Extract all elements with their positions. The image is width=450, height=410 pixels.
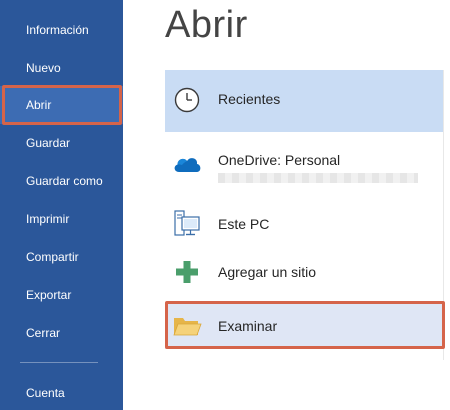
location-label: Recientes — [218, 91, 281, 107]
plus-icon — [171, 256, 203, 288]
location-label: Agregar un sitio — [218, 264, 317, 280]
nav-item-cuenta[interactable]: Cuenta — [0, 374, 123, 410]
location-label: OneDrive: Personal — [218, 152, 341, 168]
page-title: Abrir — [165, 4, 248, 46]
nav-item-label: Guardar — [26, 136, 71, 150]
clock-icon — [171, 84, 203, 116]
location-este-pc[interactable]: Este PC — [165, 202, 443, 246]
nav-item-guardar-como[interactable]: Guardar como — [0, 162, 123, 200]
nav-item-label: Compartir — [26, 250, 79, 264]
folder-icon — [171, 310, 203, 342]
nav-item-label: Nuevo — [26, 61, 61, 75]
nav-item-label: Abrir — [26, 98, 52, 112]
nav-item-label: Cerrar — [26, 326, 61, 340]
nav-item-label: Imprimir — [26, 212, 70, 226]
location-label: Este PC — [218, 216, 270, 232]
nav-item-abrir[interactable]: Abrir — [0, 86, 123, 124]
nav-item-guardar[interactable]: Guardar — [0, 124, 123, 162]
nav-item-compartir[interactable]: Compartir — [0, 238, 123, 276]
cloud-icon — [171, 148, 203, 180]
location-examinar[interactable]: Examinar — [165, 303, 443, 349]
location-recientes[interactable]: Recientes — [165, 70, 443, 132]
nav-item-label: Información — [26, 23, 89, 37]
nav-item-label: Exportar — [26, 288, 72, 302]
nav-item-informacion[interactable]: Información — [0, 11, 123, 49]
account-email-redacted — [218, 173, 418, 183]
location-onedrive[interactable]: OneDrive: Personal — [165, 142, 443, 192]
location-label: Examinar — [218, 318, 278, 334]
computer-icon — [171, 208, 203, 240]
panel-edge — [443, 70, 444, 360]
backstage-sidebar: Información Nuevo Abrir Guardar Guardar … — [0, 0, 123, 410]
nav-divider — [20, 362, 98, 363]
nav-item-nuevo[interactable]: Nuevo — [0, 49, 123, 87]
nav-item-exportar[interactable]: Exportar — [0, 276, 123, 314]
nav-item-imprimir[interactable]: Imprimir — [0, 200, 123, 238]
nav-item-label: Cuenta — [26, 386, 65, 400]
nav-item-cerrar[interactable]: Cerrar — [0, 314, 123, 352]
location-agregar-sitio[interactable]: Agregar un sitio — [165, 252, 443, 292]
nav-item-label: Guardar como — [26, 174, 103, 188]
